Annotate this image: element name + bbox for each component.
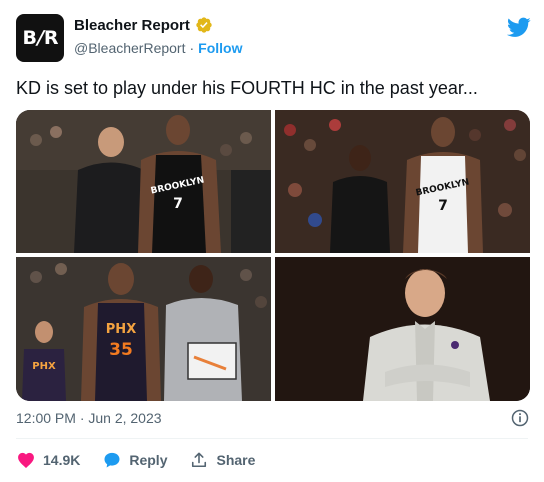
display-name[interactable]: Bleacher Report: [74, 17, 190, 34]
follow-button[interactable]: Follow: [198, 40, 242, 56]
p1-jersey-number: 7: [173, 196, 183, 212]
name-row: Bleacher Report: [74, 16, 213, 34]
divider: [16, 438, 528, 439]
tweet-timestamp[interactable]: 12:00 PM · Jun 2, 2023: [16, 410, 162, 426]
photo-1-illustration: BROOKLYN 7: [16, 110, 271, 253]
heart-icon: [18, 452, 34, 469]
media-grid[interactable]: BROOKLYN 7 BROOKLYN 7 PHX PHX 35: [16, 110, 530, 401]
twitter-bird-icon[interactable]: [507, 15, 531, 39]
tweet-card: B / R Bleacher Report @BleacherReport · Fo…: [0, 0, 544, 482]
likes-count: 14.9K: [43, 452, 81, 468]
avatar-letter-r: R: [43, 27, 59, 49]
like-button[interactable]: 14.9K: [16, 450, 80, 470]
share-button[interactable]: Share: [189, 450, 255, 470]
photo-3-illustration: PHX PHX 35: [16, 257, 271, 401]
share-label: Share: [216, 452, 256, 468]
p3-jersey-text-small: PHX: [32, 361, 56, 372]
avatar-letter-b: B: [22, 27, 37, 49]
separator-dot: ·: [189, 40, 195, 56]
photo-coach-grey-jacket[interactable]: [275, 257, 530, 401]
handle-row: @BleacherReport · Follow: [74, 40, 243, 56]
reply-label: Reply: [129, 452, 168, 468]
action-bar: 14.9K Reply Share: [16, 450, 277, 470]
photo-2-illustration: BROOKLYN 7: [275, 110, 530, 253]
verified-badge-icon: [196, 17, 212, 33]
photo-kd-phoenix[interactable]: PHX PHX 35: [16, 257, 271, 401]
info-icon[interactable]: [510, 408, 530, 428]
p3-jersey-number: 35: [109, 340, 133, 360]
tweet-text: KD is set to play under his FOURTH HC in…: [16, 78, 478, 98]
photo-kd-brooklyn-black[interactable]: BROOKLYN 7: [16, 110, 271, 253]
handle[interactable]: @BleacherReport: [74, 40, 186, 56]
p3-jersey-text: PHX: [106, 322, 136, 337]
photo-4-illustration: [275, 257, 530, 401]
avatar[interactable]: B / R: [16, 14, 64, 62]
photo-kd-brooklyn-white[interactable]: BROOKLYN 7: [275, 110, 530, 253]
reply-bubble-icon: [104, 452, 120, 468]
reply-button[interactable]: Reply: [102, 450, 167, 470]
p2-jersey-number: 7: [438, 198, 448, 214]
share-upload-icon: [192, 452, 207, 468]
